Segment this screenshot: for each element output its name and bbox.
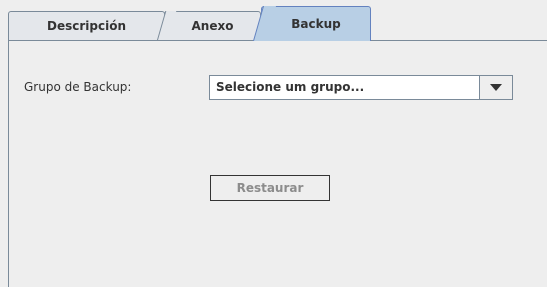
group-label: Grupo de Backup: xyxy=(24,80,132,94)
dropdown-arrow-button[interactable] xyxy=(479,76,512,99)
tab-backup[interactable]: Backup xyxy=(261,6,371,41)
window: Descripción Anexo Backup Grupo de Backup… xyxy=(0,0,547,287)
group-select[interactable]: Selecione um grupo... xyxy=(209,75,513,100)
restore-button[interactable]: Restaurar xyxy=(210,175,330,201)
tab-anexo-label: Anexo xyxy=(191,19,234,33)
tab-descripcion[interactable]: Descripción xyxy=(8,11,165,40)
tab-backup-label: Backup xyxy=(291,17,341,31)
tab-descripcion-label: Descripción xyxy=(47,19,126,33)
tab-anexo[interactable]: Anexo xyxy=(164,11,261,40)
group-select-value: Selecione um grupo... xyxy=(216,80,365,94)
tab-strip: Descripción Anexo Backup xyxy=(8,6,547,41)
triangle-down-icon xyxy=(490,83,502,91)
